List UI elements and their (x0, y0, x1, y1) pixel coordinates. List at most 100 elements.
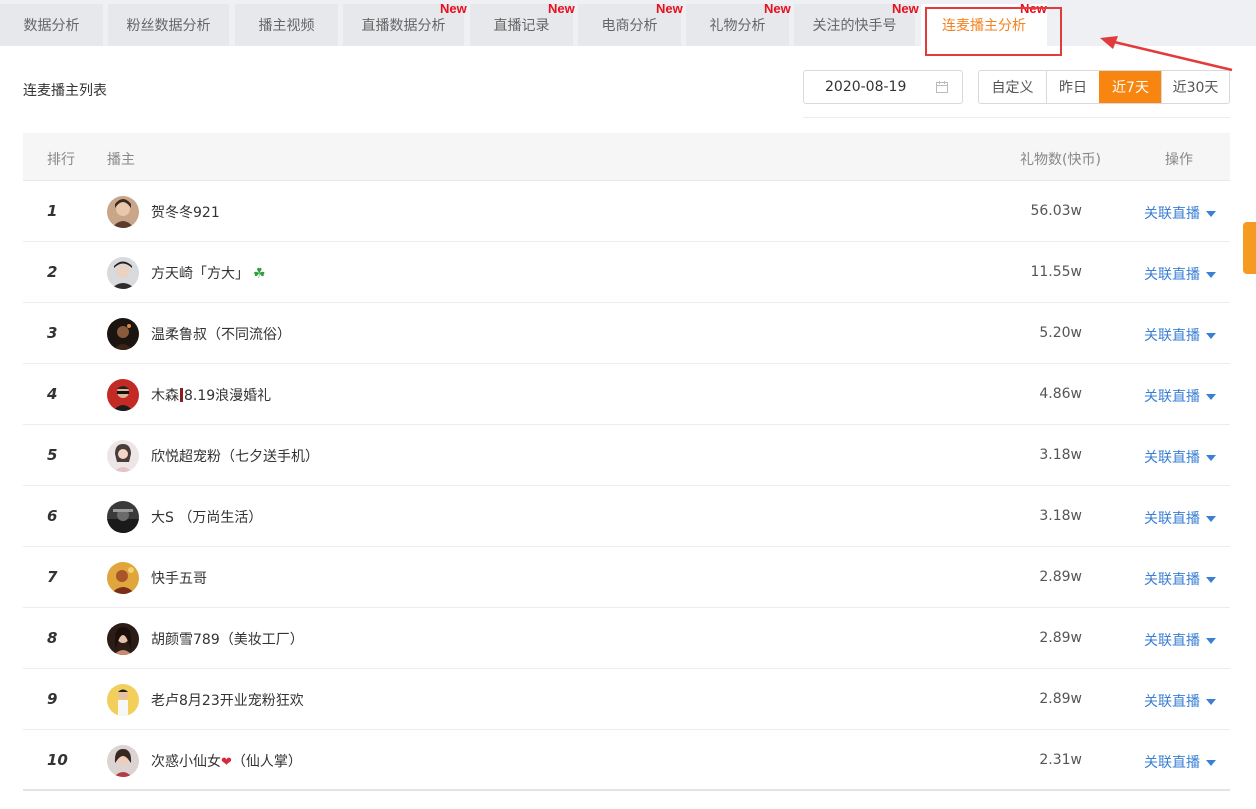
streamer-name-text: （仙人掌） (231, 754, 302, 770)
range-30days-button[interactable]: 近30天 (1161, 71, 1229, 103)
avatar[interactable] (107, 318, 139, 350)
table-header: 排行 播主 礼物数(快币) 操作 (23, 133, 1230, 181)
caret-down-icon (1206, 271, 1216, 278)
action-label: 关联直播 (1144, 572, 1200, 588)
divider (803, 117, 1230, 118)
table-row: 10 次惑小仙女❤（仙人掌） 2.31w 关联直播 (23, 730, 1230, 791)
caret-down-icon (1206, 576, 1216, 583)
gift-count: 11.55w (1030, 264, 1082, 280)
tab-data-analysis[interactable]: 数据分析 (0, 4, 103, 46)
avatar[interactable] (107, 501, 139, 533)
rank: 10 (47, 751, 68, 769)
gift-count: 5.20w (1039, 325, 1082, 341)
tab-label: 粉丝数据分析 (126, 18, 211, 34)
tab-label: 礼物分析 (709, 18, 766, 34)
calendar-icon (936, 81, 948, 93)
range-yesterday-button[interactable]: 昨日 (1046, 71, 1099, 103)
rank: 3 (47, 324, 58, 342)
header-rank: 排行 (47, 152, 75, 168)
related-live-dropdown[interactable]: 关联直播 (1144, 203, 1216, 223)
streamer-name[interactable]: 欣悦超宠粉（七夕送手机） (151, 446, 319, 466)
header-streamer: 播主 (107, 152, 135, 168)
table-row: 8 胡颜雪789（美妆工厂） 2.89w 关联直播 (23, 608, 1230, 669)
gift-count: 4.86w (1039, 386, 1082, 402)
action-label: 关联直播 (1144, 755, 1200, 771)
related-live-dropdown[interactable]: 关联直播 (1144, 569, 1216, 589)
streamer-name[interactable]: 胡颜雪789（美妆工厂） (151, 629, 304, 649)
streamer-name-text: 8.19浪漫婚礼 (184, 388, 272, 404)
streamer-name-text: 方天崎「方大」 (151, 266, 249, 282)
streamer-name[interactable]: 老卢8月23开业宠粉狂欢 (151, 690, 304, 710)
side-float-tab[interactable] (1243, 222, 1256, 274)
gift-count: 2.89w (1039, 630, 1082, 646)
rank: 7 (47, 568, 58, 586)
table-row: 5 欣悦超宠粉（七夕送手机） 3.18w 关联直播 (23, 425, 1230, 486)
rank: 6 (47, 507, 58, 525)
avatar[interactable] (107, 684, 139, 716)
header-action: 操作 (1165, 152, 1193, 168)
new-badge: New (440, 1, 467, 16)
clover-icon: ☘ (253, 266, 266, 282)
rank: 5 (47, 446, 58, 464)
streamer-name[interactable]: 温柔鲁叔（不同流俗） (151, 324, 291, 344)
table-row: 6 大S （万尚生活） 3.18w 关联直播 (23, 486, 1230, 547)
rank: 9 (47, 690, 58, 708)
related-live-dropdown[interactable]: 关联直播 (1144, 691, 1216, 711)
new-badge: New (892, 1, 919, 16)
avatar[interactable] (107, 196, 139, 228)
gift-count: 56.03w (1030, 203, 1082, 219)
table-row: 3 温柔鲁叔（不同流俗） 5.20w 关联直播 (23, 303, 1230, 364)
streamer-name-text: 木森 (151, 388, 179, 404)
related-live-dropdown[interactable]: 关联直播 (1144, 630, 1216, 650)
streamer-name[interactable]: 快手五哥 (151, 568, 207, 588)
table-row: 9 老卢8月23开业宠粉狂欢 2.89w 关联直播 (23, 669, 1230, 730)
related-live-dropdown[interactable]: 关联直播 (1144, 325, 1216, 345)
heart-icon: ❤ (221, 755, 232, 770)
action-label: 关联直播 (1144, 694, 1200, 710)
tab-label: 数据分析 (23, 18, 80, 34)
tab-label: 关注的快手号 (812, 18, 897, 34)
new-badge: New (548, 1, 575, 16)
avatar[interactable] (107, 562, 139, 594)
caret-down-icon (1206, 210, 1216, 217)
tab-label: 直播记录 (493, 18, 550, 34)
streamer-name[interactable]: 方天崎「方大」 ☘ (151, 263, 266, 283)
date-picker[interactable]: 2020-08-19 (803, 70, 963, 104)
avatar[interactable] (107, 257, 139, 289)
header-gifts: 礼物数(快币) (1020, 152, 1101, 168)
tab-bar: 数据分析 粉丝数据分析 播主视频 直播数据分析 直播记录 电商分析 礼物分析 关… (0, 0, 1256, 46)
streamer-name[interactable]: 大S （万尚生活） (151, 507, 262, 527)
table-row: 2 方天崎「方大」 ☘ 11.55w 关联直播 (23, 242, 1230, 303)
tab-label: 播主视频 (258, 18, 315, 34)
related-live-dropdown[interactable]: 关联直播 (1144, 752, 1216, 772)
streamer-name[interactable]: 次惑小仙女❤（仙人掌） (151, 751, 302, 771)
avatar[interactable] (107, 623, 139, 655)
avatar[interactable] (107, 440, 139, 472)
new-badge: New (656, 1, 683, 16)
rank: 1 (47, 202, 58, 220)
new-badge: New (764, 1, 791, 16)
action-label: 关联直播 (1144, 267, 1200, 283)
streamer-name[interactable]: 贺冬冬921 (151, 202, 220, 222)
related-live-dropdown[interactable]: 关联直播 (1144, 447, 1216, 467)
tab-fans-analysis[interactable]: 粉丝数据分析 (108, 4, 229, 46)
tab-streamer-videos[interactable]: 播主视频 (235, 4, 338, 46)
avatar[interactable] (107, 379, 139, 411)
action-label: 关联直播 (1144, 389, 1200, 405)
related-live-dropdown[interactable]: 关联直播 (1144, 508, 1216, 528)
streamer-name-text: 次惑小仙女 (151, 754, 221, 770)
related-live-dropdown[interactable]: 关联直播 (1144, 264, 1216, 284)
avatar[interactable] (107, 745, 139, 777)
streamer-name[interactable]: 木森 8.19浪漫婚礼 (151, 385, 271, 405)
gift-count: 3.18w (1039, 508, 1082, 524)
action-label: 关联直播 (1144, 450, 1200, 466)
date-value: 2020-08-19 (825, 79, 907, 95)
action-label: 关联直播 (1144, 206, 1200, 222)
caret-down-icon (1206, 698, 1216, 705)
range-custom-button[interactable]: 自定义 (979, 71, 1046, 103)
co-stream-table: 排行 播主 礼物数(快币) 操作 1 贺冬冬921 56.03w 关联直播 2 … (23, 133, 1230, 791)
range-7days-button[interactable]: 近7天 (1099, 71, 1161, 103)
related-live-dropdown[interactable]: 关联直播 (1144, 386, 1216, 406)
table-row: 4 木森 8.19浪漫婚礼 4.86w 关联直播 (23, 364, 1230, 425)
action-label: 关联直播 (1144, 328, 1200, 344)
